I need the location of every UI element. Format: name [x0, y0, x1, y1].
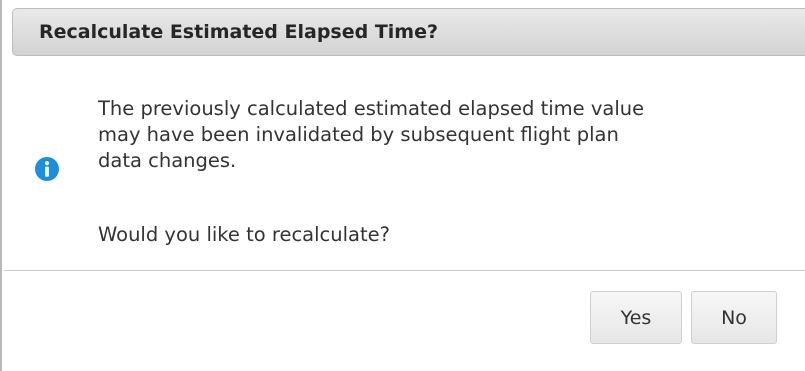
yes-button[interactable]: Yes: [590, 291, 682, 344]
message-line: The previously calculated estimated elap…: [98, 97, 645, 120]
message-line: data changes.: [98, 149, 237, 172]
no-button[interactable]: No: [691, 291, 777, 344]
button-divider: [4, 270, 805, 271]
dialog-title: Recalculate Estimated Elapsed Time?: [39, 21, 439, 43]
message-line: may have been invalidated by subsequent …: [98, 123, 619, 146]
dialog-title-bar: Recalculate Estimated Elapsed Time?: [12, 8, 805, 56]
info-icon: [35, 157, 59, 181]
recalculate-dialog: Recalculate Estimated Elapsed Time? The …: [0, 0, 805, 371]
dialog-message: The previously calculated estimated elap…: [98, 96, 778, 174]
dialog-question: Would you like to recalculate?: [98, 223, 390, 246]
